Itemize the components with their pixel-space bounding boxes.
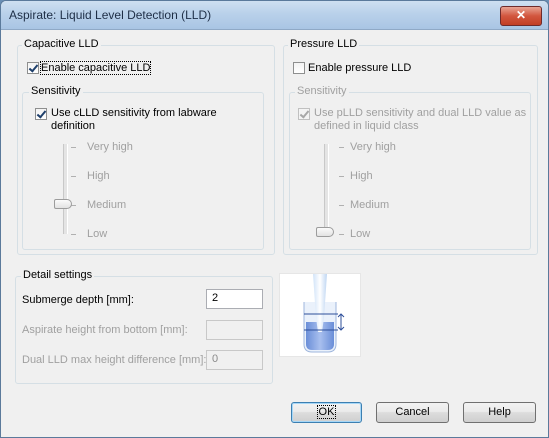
aspirate-height-input[interactable] <box>206 320 263 340</box>
use-labware-sensitivity-checkbox[interactable] <box>35 108 47 120</box>
detail-settings-legend: Detail settings <box>21 269 95 281</box>
ok-button-label: OK <box>316 405 337 419</box>
pressure-lld-legend: Pressure LLD <box>288 38 360 50</box>
ok-button[interactable]: OK <box>291 402 362 423</box>
title-bar[interactable]: Aspirate: Liquid Level Detection (LLD) ✕ <box>1 1 548 30</box>
aspirate-height-label: Aspirate height from bottom [mm]: <box>22 324 188 336</box>
use-liquid-class-checkbox[interactable] <box>298 108 310 120</box>
capacitive-level-low: Low <box>87 228 108 240</box>
capacitive-level-very-high: Very high <box>87 141 133 153</box>
enable-pressure-label[interactable]: Enable pressure LLD <box>308 62 411 74</box>
help-button[interactable]: Help <box>463 402 536 423</box>
capacitive-tick <box>71 234 76 235</box>
capacitive-level-high: High <box>87 170 110 182</box>
pressure-tick <box>339 176 344 177</box>
enable-capacitive-checkbox[interactable] <box>27 62 39 74</box>
use-labware-sensitivity-label[interactable]: Use cLLD sensitivity from labware defini… <box>51 107 241 133</box>
capacitive-sensitivity-slider-track[interactable] <box>63 144 68 234</box>
pressure-level-high: High <box>350 170 373 182</box>
dialog-content: Capacitive LLD Enable capacitive LLD Sen… <box>7 30 542 430</box>
pressure-tick <box>339 234 344 235</box>
close-button[interactable]: ✕ <box>500 6 542 26</box>
pressure-sensitivity-slider-track[interactable] <box>324 144 329 234</box>
capacitive-sensitivity-legend: Sensitivity <box>29 85 83 97</box>
tip-in-liquid-image <box>303 274 345 353</box>
use-liquid-class-label[interactable]: Use pLLD sensitivity and dual LLD value … <box>314 107 529 133</box>
submerge-depth-label: Submerge depth [mm]: <box>22 294 134 306</box>
dialog-window: Aspirate: Liquid Level Detection (LLD) ✕… <box>0 0 549 438</box>
enable-capacitive-label[interactable]: Enable capacitive LLD <box>39 61 152 75</box>
pressure-sensitivity-slider-thumb[interactable] <box>316 227 334 237</box>
cancel-button[interactable]: Cancel <box>376 402 449 423</box>
pressure-level-very-high: Very high <box>350 141 396 153</box>
dual-lld-label: Dual LLD max height difference [mm]: <box>22 354 207 366</box>
pressure-level-low: Low <box>350 228 371 240</box>
pressure-tick <box>339 147 344 148</box>
capacitive-tick <box>71 147 76 148</box>
enable-pressure-checkbox[interactable] <box>293 62 305 74</box>
capacitive-tick <box>71 176 76 177</box>
pressure-tick <box>339 205 344 206</box>
window-title: Aspirate: Liquid Level Detection (LLD) <box>9 8 212 22</box>
lld-illustration <box>279 273 361 357</box>
capacitive-level-medium: Medium <box>87 199 127 211</box>
pressure-sensitivity-legend: Sensitivity <box>295 85 349 97</box>
capacitive-sensitivity-slider-thumb[interactable] <box>54 199 72 209</box>
pressure-level-medium: Medium <box>350 199 390 211</box>
capacitive-lld-legend: Capacitive LLD <box>22 38 101 50</box>
submerge-depth-input[interactable]: 2 <box>206 289 263 309</box>
dual-lld-input[interactable]: 0 <box>206 350 263 370</box>
